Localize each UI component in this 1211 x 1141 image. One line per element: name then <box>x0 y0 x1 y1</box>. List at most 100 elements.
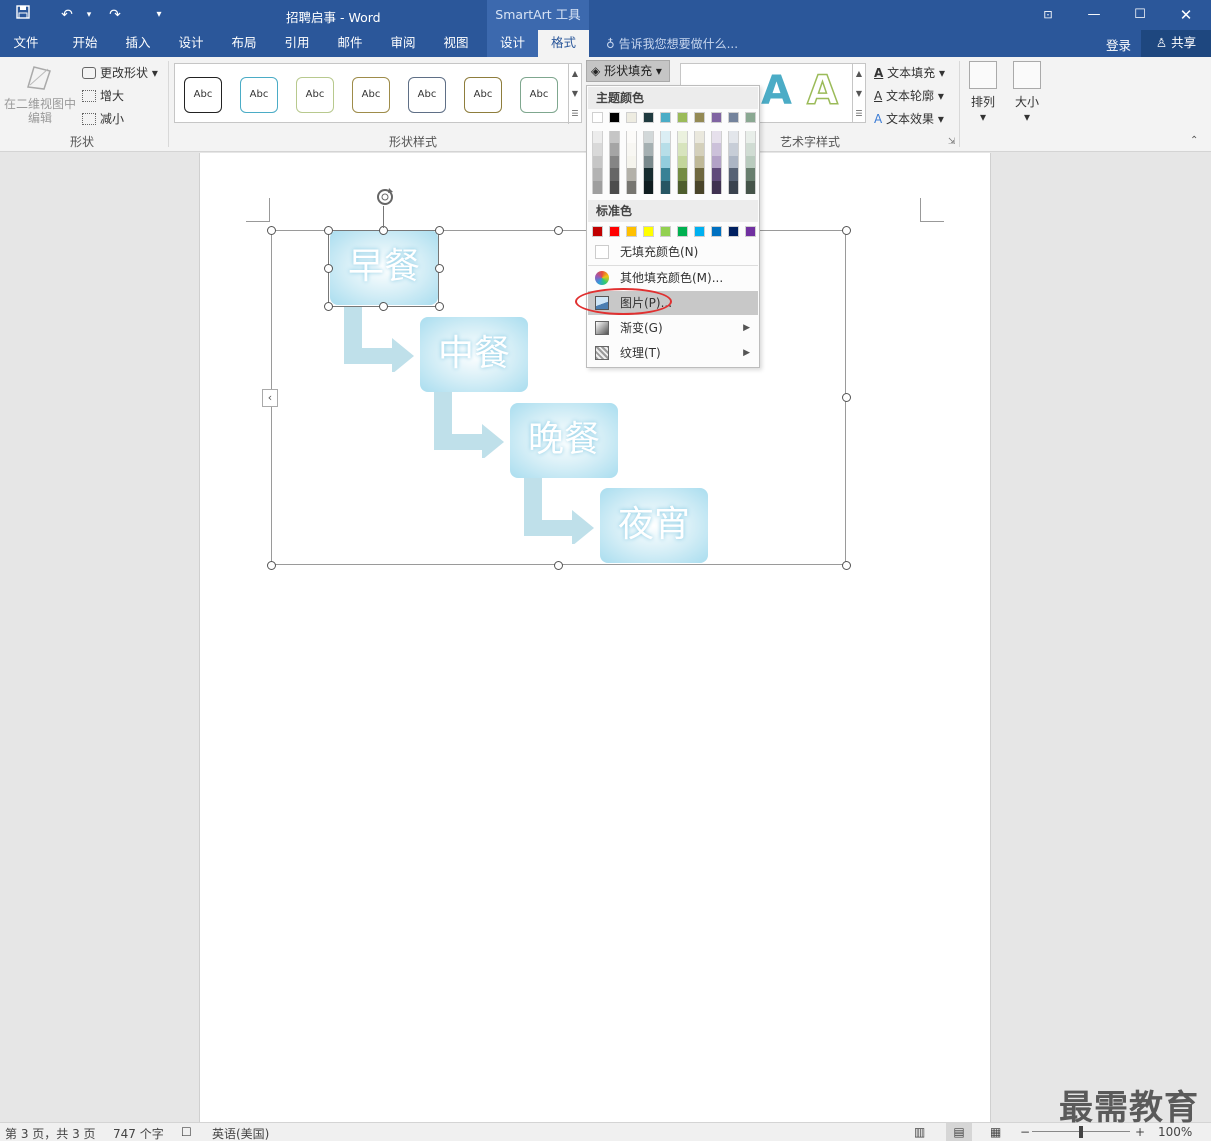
rotate-handle-icon[interactable] <box>373 185 397 209</box>
theme-color-swatch[interactable] <box>609 112 620 123</box>
resize-handle[interactable] <box>379 302 388 311</box>
shape-style-swatch[interactable]: Abc <box>184 77 222 113</box>
tab-references[interactable]: 引用 <box>272 30 322 57</box>
gallery-up-icon[interactable]: ▲ <box>568 64 581 84</box>
size-button[interactable]: 大小 ▾ <box>1007 61 1047 124</box>
theme-color-swatch[interactable] <box>626 168 637 181</box>
collapse-ribbon-icon[interactable]: ⌃ <box>1190 135 1198 146</box>
wordart-down-icon[interactable]: ▼ <box>852 84 865 104</box>
resize-handle[interactable] <box>324 226 333 235</box>
shape-fill-button[interactable]: ◈ 形状填充 ▾ <box>586 60 670 82</box>
text-pane-toggle-icon[interactable]: ‹ <box>262 389 278 407</box>
theme-color-swatch[interactable] <box>711 180 722 194</box>
theme-color-swatch[interactable] <box>745 168 756 181</box>
theme-color-swatch[interactable] <box>728 112 739 123</box>
standard-color-swatch[interactable] <box>643 226 654 237</box>
theme-color-swatch[interactable] <box>711 155 722 169</box>
theme-color-swatch[interactable] <box>592 180 603 194</box>
theme-color-swatch[interactable] <box>592 168 603 181</box>
tell-me-box[interactable]: ♁ 告诉我您想要做什么... <box>606 35 738 52</box>
theme-color-swatch[interactable] <box>677 130 688 144</box>
minimize-icon[interactable]: — <box>1071 0 1117 30</box>
read-mode-icon[interactable]: ▥ <box>914 1125 925 1139</box>
standard-color-swatch[interactable] <box>745 226 756 237</box>
theme-color-swatch[interactable] <box>677 155 688 169</box>
theme-color-swatch[interactable] <box>643 180 654 194</box>
theme-color-swatch[interactable] <box>745 155 756 169</box>
theme-color-swatch[interactable] <box>745 130 756 144</box>
shape-style-swatch[interactable]: Abc <box>296 77 334 113</box>
theme-color-swatch[interactable] <box>677 112 688 123</box>
shape-style-swatch[interactable]: Abc <box>240 77 278 113</box>
theme-color-swatch[interactable] <box>643 155 654 169</box>
tab-review[interactable]: 审阅 <box>378 30 428 57</box>
wordart-up-icon[interactable]: ▲ <box>852 64 865 84</box>
theme-color-swatch[interactable] <box>626 155 637 169</box>
tab-home[interactable]: 开始 <box>60 30 110 57</box>
theme-color-swatch[interactable] <box>711 130 722 144</box>
theme-color-swatch[interactable] <box>643 143 654 156</box>
theme-color-swatch[interactable] <box>643 168 654 181</box>
resize-handle[interactable] <box>324 302 333 311</box>
theme-color-swatch[interactable] <box>711 112 722 123</box>
theme-color-swatch[interactable] <box>660 180 671 194</box>
resize-handle[interactable] <box>324 264 333 273</box>
page-count[interactable]: 第 3 页，共 3 页 <box>5 1125 96 1141</box>
shape-style-swatch[interactable]: Abc <box>464 77 502 113</box>
proofing-icon[interactable]: ☐ <box>181 1125 192 1139</box>
theme-color-swatch[interactable] <box>609 130 620 144</box>
theme-color-swatch[interactable] <box>626 112 637 123</box>
theme-color-swatch[interactable] <box>609 168 620 181</box>
tab-design[interactable]: 设计 <box>166 30 216 57</box>
change-shape-button[interactable]: 更改形状 ▾ <box>82 64 158 81</box>
theme-color-swatch[interactable] <box>626 143 637 156</box>
more-colors-item[interactable]: 其他填充颜色(M)... <box>588 266 758 290</box>
theme-color-swatch[interactable] <box>728 130 739 144</box>
theme-color-swatch[interactable] <box>745 143 756 156</box>
theme-color-swatch[interactable] <box>728 155 739 169</box>
standard-color-swatch[interactable] <box>660 226 671 237</box>
wordart-sample-cyan[interactable]: A <box>761 68 792 114</box>
standard-color-swatch[interactable] <box>694 226 705 237</box>
theme-color-swatch[interactable] <box>609 143 620 156</box>
theme-color-swatch[interactable] <box>745 180 756 194</box>
theme-color-swatch[interactable] <box>592 130 603 144</box>
undo-dropdown-icon[interactable]: ▾ <box>78 5 100 25</box>
dialog-launcher-icon[interactable]: ⇲ <box>948 137 956 147</box>
theme-color-swatch[interactable] <box>660 168 671 181</box>
ribbon-display-icon[interactable]: ⊡ <box>1025 0 1071 30</box>
text-outline-button[interactable]: A 文本轮廓 ▾ <box>874 87 944 104</box>
theme-color-swatch[interactable] <box>711 168 722 181</box>
theme-color-swatch[interactable] <box>694 112 705 123</box>
tab-insert[interactable]: 插入 <box>113 30 163 57</box>
resize-handle[interactable] <box>554 561 563 570</box>
theme-color-swatch[interactable] <box>677 168 688 181</box>
theme-color-swatch[interactable] <box>660 155 671 169</box>
resize-handle[interactable] <box>435 264 444 273</box>
resize-handle[interactable] <box>267 561 276 570</box>
theme-color-swatch[interactable] <box>694 143 705 156</box>
theme-color-swatch[interactable] <box>677 143 688 156</box>
customize-qat-icon[interactable]: ▾ <box>148 5 170 25</box>
smaller-button[interactable]: 减小 <box>82 110 124 127</box>
no-fill-item[interactable]: 无填充颜色(N) <box>588 240 758 264</box>
arrange-button[interactable]: 排列 ▾ <box>963 61 1003 124</box>
tab-layout[interactable]: 布局 <box>219 30 269 57</box>
theme-color-swatch[interactable] <box>660 143 671 156</box>
tab-view[interactable]: 视图 <box>431 30 481 57</box>
text-effects-button[interactable]: A 文本效果 ▾ <box>874 110 944 127</box>
tab-smartart-design[interactable]: 设计 <box>487 30 538 57</box>
wordart-sample-green[interactable]: A <box>806 67 838 115</box>
login-link[interactable]: 登录 <box>1106 35 1131 54</box>
smartart-node-lunch[interactable]: 中餐 <box>420 317 528 392</box>
theme-color-swatch[interactable] <box>643 130 654 144</box>
theme-color-swatch[interactable] <box>745 112 756 123</box>
resize-handle[interactable] <box>435 302 444 311</box>
theme-color-swatch[interactable] <box>609 155 620 169</box>
theme-color-swatch[interactable] <box>694 168 705 181</box>
standard-color-swatch[interactable] <box>677 226 688 237</box>
maximize-icon[interactable]: ☐ <box>1117 0 1163 30</box>
larger-button[interactable]: 增大 <box>82 87 124 104</box>
word-count[interactable]: 747 个字 <box>113 1125 164 1141</box>
theme-color-swatch[interactable] <box>711 143 722 156</box>
